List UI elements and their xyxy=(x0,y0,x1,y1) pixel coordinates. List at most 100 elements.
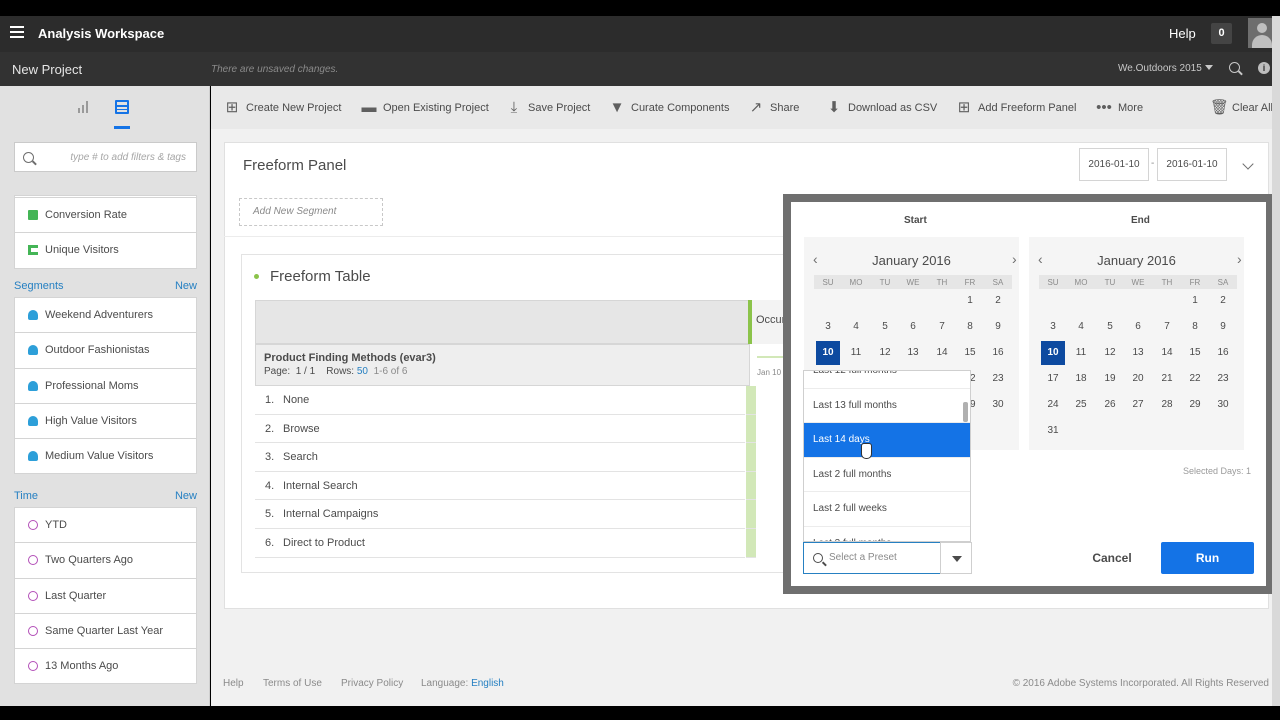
table-row[interactable]: 4. Internal Search xyxy=(255,471,745,501)
next-month-icon[interactable]: › xyxy=(1237,251,1242,267)
add-freeform-panel-button[interactable]: ⊞ Add Freeform Panel xyxy=(956,100,1077,116)
calendar-day[interactable]: 1 xyxy=(1183,289,1207,313)
open-project-button[interactable]: ▬ Open Existing Project xyxy=(361,100,489,116)
calendar-day[interactable]: 9 xyxy=(986,315,1010,339)
calendar-day[interactable]: 12 xyxy=(873,341,897,365)
calendar-day[interactable]: 8 xyxy=(1183,315,1207,339)
project-name[interactable]: New Project xyxy=(12,62,82,77)
component-search-input[interactable]: type # to add filters & tags xyxy=(14,142,197,172)
previous-month-icon[interactable]: ‹ xyxy=(1038,251,1043,267)
segment-item[interactable]: Outdoor Fashionistas xyxy=(14,332,197,369)
next-month-icon[interactable]: › xyxy=(1012,251,1017,267)
help-link[interactable]: Help xyxy=(1169,26,1196,41)
calendar-day[interactable]: 15 xyxy=(1183,341,1207,365)
segment-item[interactable]: Medium Value Visitors xyxy=(14,438,197,475)
new-time-link[interactable]: New xyxy=(175,490,197,502)
search-icon[interactable] xyxy=(1229,62,1240,73)
calendar-day[interactable]: 19 xyxy=(1098,367,1122,391)
calendar-day[interactable]: 10 xyxy=(816,341,840,365)
calendar-day[interactable]: 6 xyxy=(1126,315,1150,339)
calendar-day[interactable]: 11 xyxy=(844,341,868,365)
preset-dropdown-button[interactable] xyxy=(940,542,972,574)
calendar-day[interactable]: 16 xyxy=(986,341,1010,365)
calendar-day[interactable]: 9 xyxy=(1211,315,1235,339)
save-project-button[interactable]: ⤓ Save Project xyxy=(506,100,591,116)
preset-option-active[interactable]: Last 14 days xyxy=(804,423,970,458)
footer-help-link[interactable]: Help xyxy=(223,678,244,689)
preset-option[interactable]: Last 3 full months xyxy=(804,527,970,542)
curate-components-button[interactable]: ▼ Curate Components xyxy=(609,100,730,116)
preset-list-scrollbar[interactable] xyxy=(963,402,968,422)
calendar-day[interactable]: 22 xyxy=(1183,367,1207,391)
language-selector[interactable]: Language: English xyxy=(421,678,504,689)
calendar-day[interactable]: 7 xyxy=(930,315,954,339)
calendar-day[interactable]: 18 xyxy=(1069,367,1093,391)
calendar-day[interactable]: 12 xyxy=(1098,341,1122,365)
calendar-day[interactable]: 2 xyxy=(1211,289,1235,313)
calendar-day[interactable]: 23 xyxy=(1211,367,1235,391)
share-button[interactable]: ↗ Share xyxy=(748,100,800,116)
metric-item[interactable]: Unique Visitors xyxy=(14,232,197,269)
page-scrollbar[interactable] xyxy=(1272,16,1280,706)
calendar-day[interactable]: 13 xyxy=(901,341,925,365)
terms-link[interactable]: Terms of Use xyxy=(263,678,322,689)
calendar-day[interactable]: 15 xyxy=(958,341,982,365)
segment-item[interactable]: Weekend Adventurers xyxy=(14,297,197,334)
calendar-day[interactable]: 5 xyxy=(1098,315,1122,339)
previous-month-icon[interactable]: ‹ xyxy=(813,251,818,267)
calendar-day[interactable]: 10 xyxy=(1041,341,1065,365)
table-row[interactable]: 5. Internal Campaigns xyxy=(255,500,745,529)
table-row[interactable]: 1. None xyxy=(255,386,745,415)
visualizations-tab-icon[interactable] xyxy=(76,100,90,114)
segment-item[interactable]: Professional Moms xyxy=(14,367,197,404)
end-date-field[interactable]: 2016-01-10 xyxy=(1157,148,1227,181)
metric-item[interactable]: Conversion Rate xyxy=(14,197,197,234)
new-segment-link[interactable]: New xyxy=(175,280,197,292)
calendar-day[interactable]: 13 xyxy=(1126,341,1150,365)
calendar-day[interactable]: 30 xyxy=(986,393,1010,417)
segment-drop-zone[interactable]: Add New Segment xyxy=(239,198,383,226)
download-csv-button[interactable]: ⬇ Download as CSV xyxy=(826,100,938,116)
rows-per-page-select[interactable]: 50 xyxy=(357,366,368,377)
time-item[interactable]: YTD xyxy=(14,507,197,544)
calendar-day[interactable]: 23 xyxy=(986,367,1010,391)
calendar-day[interactable]: 4 xyxy=(1069,315,1093,339)
calendar-day[interactable]: 25 xyxy=(1069,393,1093,417)
info-icon[interactable]: i xyxy=(1258,62,1270,74)
calendar-day[interactable]: 21 xyxy=(1155,367,1179,391)
calendar-day[interactable]: 2 xyxy=(986,289,1010,313)
start-date-field[interactable]: 2016-01-10 xyxy=(1079,148,1149,181)
hamburger-menu-icon[interactable] xyxy=(10,26,24,38)
calendar-day[interactable]: 17 xyxy=(1041,367,1065,391)
time-item[interactable]: 13 Months Ago xyxy=(14,648,197,685)
calendar-day[interactable]: 1 xyxy=(958,289,982,313)
calendar-day[interactable]: 30 xyxy=(1211,393,1235,417)
table-row[interactable]: 3. Search xyxy=(255,443,745,472)
calendar-day[interactable]: 7 xyxy=(1155,315,1179,339)
segment-item[interactable]: High Value Visitors xyxy=(14,402,197,440)
run-button[interactable]: Run xyxy=(1161,542,1254,574)
calendar-day[interactable]: 24 xyxy=(1041,393,1065,417)
calendar-day[interactable]: 28 xyxy=(1155,393,1179,417)
calendar-day[interactable]: 26 xyxy=(1098,393,1122,417)
calendar-day[interactable]: 14 xyxy=(930,341,954,365)
time-item[interactable]: Last Quarter xyxy=(14,577,197,614)
notifications-badge[interactable]: 0 xyxy=(1211,23,1232,44)
calendar-day[interactable]: 29 xyxy=(1183,393,1207,417)
time-item[interactable]: Two Quarters Ago xyxy=(14,542,197,579)
calendar-day[interactable]: 27 xyxy=(1126,393,1150,417)
dimension-name[interactable]: Product Finding Methods (evar3) xyxy=(264,352,436,364)
components-tab-icon[interactable] xyxy=(115,100,129,114)
report-suite-selector[interactable]: We.Outdoors 2015 xyxy=(1118,63,1213,74)
calendar-day[interactable]: 5 xyxy=(873,315,897,339)
calendar-day[interactable]: 31 xyxy=(1041,419,1065,443)
clear-all-button[interactable]: 🗑 Clear All xyxy=(1210,100,1273,116)
time-item[interactable]: Same Quarter Last Year xyxy=(14,612,197,650)
preset-option[interactable]: Last 13 full months xyxy=(804,389,970,423)
calendar-day[interactable]: 3 xyxy=(816,315,840,339)
calendar-day[interactable]: 3 xyxy=(1041,315,1065,339)
table-row[interactable]: 2. Browse xyxy=(255,414,745,444)
cancel-button[interactable]: Cancel xyxy=(1084,542,1140,574)
calendar-day[interactable]: 11 xyxy=(1069,341,1093,365)
metric-column-header[interactable]: Occur xyxy=(748,300,788,344)
